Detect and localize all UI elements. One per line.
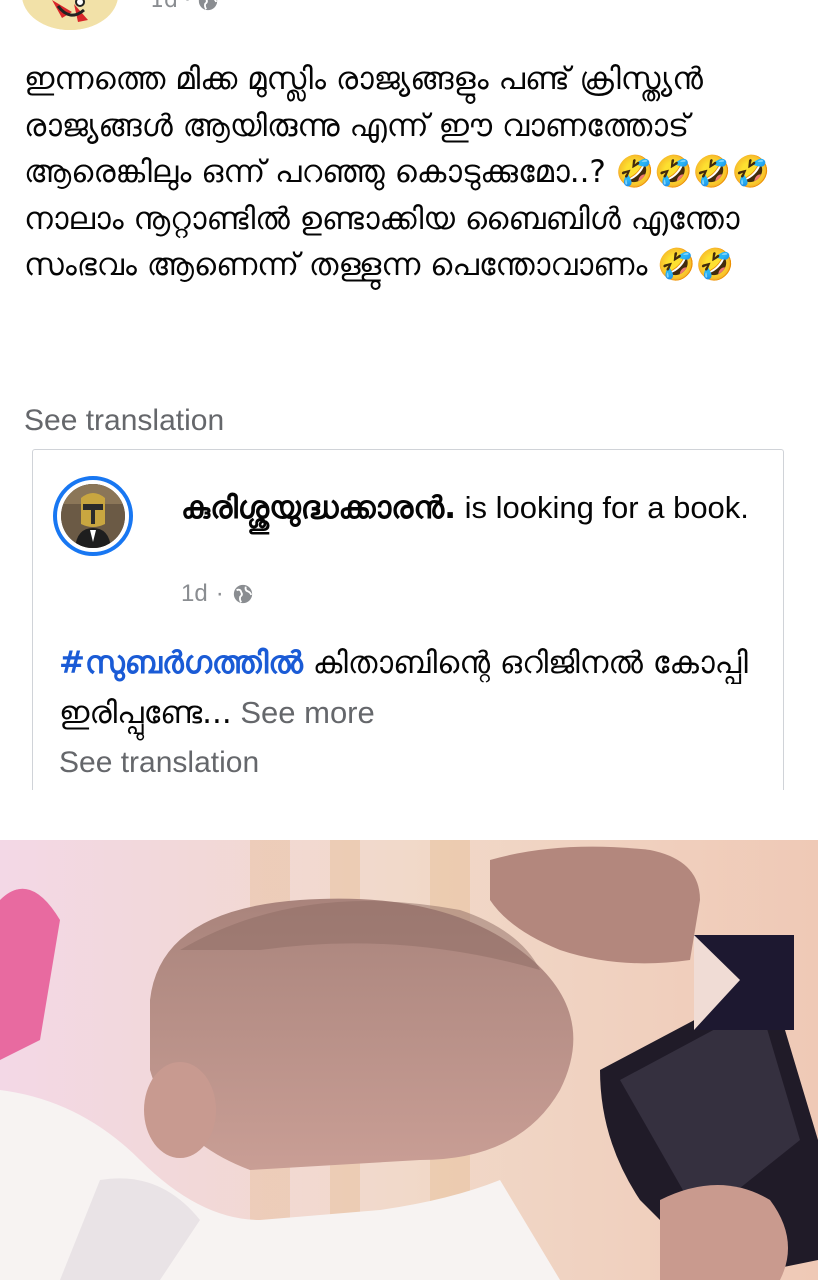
globe-icon [197,0,219,12]
shared-author-name[interactable]: കുരിശ്ശുയുദ്ധക്കാരൻ. [181,490,456,526]
shared-see-translation-link[interactable]: See translation [59,746,259,780]
globe-icon [232,583,254,605]
photo-man-holding-book [0,840,818,1280]
post-time: 1d [150,0,178,13]
cartoon-avatar-icon [22,0,118,30]
shared-post-card[interactable]: കുരിശ്ശുയുദ്ധക്കാരൻ. is looking for a bo… [32,449,784,799]
shared-post-meta: 1d · [181,580,254,608]
see-more-link[interactable]: See more [232,695,374,730]
post-text: ഇന്നത്തെ മിക്ക മുസ്ലിം രാജ്യങ്ങളും പണ്ട്… [24,61,780,283]
shared-status-text: is looking for a book. [455,490,749,525]
knight-helmet-avatar-icon [61,484,125,548]
hashtag-link[interactable]: #സുബർഗത്തിൽ [59,645,303,681]
post-media[interactable] [0,790,818,1280]
post-photo[interactable] [0,840,818,1280]
post-meta: 1d · [150,0,219,13]
shared-post-time[interactable]: 1d [181,580,208,608]
poster-avatar[interactable] [22,0,118,30]
shared-author-avatar[interactable] [53,476,133,556]
shared-post-header: കുരിശ്ശുയുദ്ധക്കാരൻ. is looking for a bo… [181,486,761,530]
top-post-header: 1d · [0,0,818,30]
shared-post-body: #സുബർഗത്തിൽ കിതാബിന്റെ ഒറിജിനൽ കോപ്പി ഇര… [59,638,779,738]
see-translation-link[interactable]: See translation [24,404,224,438]
